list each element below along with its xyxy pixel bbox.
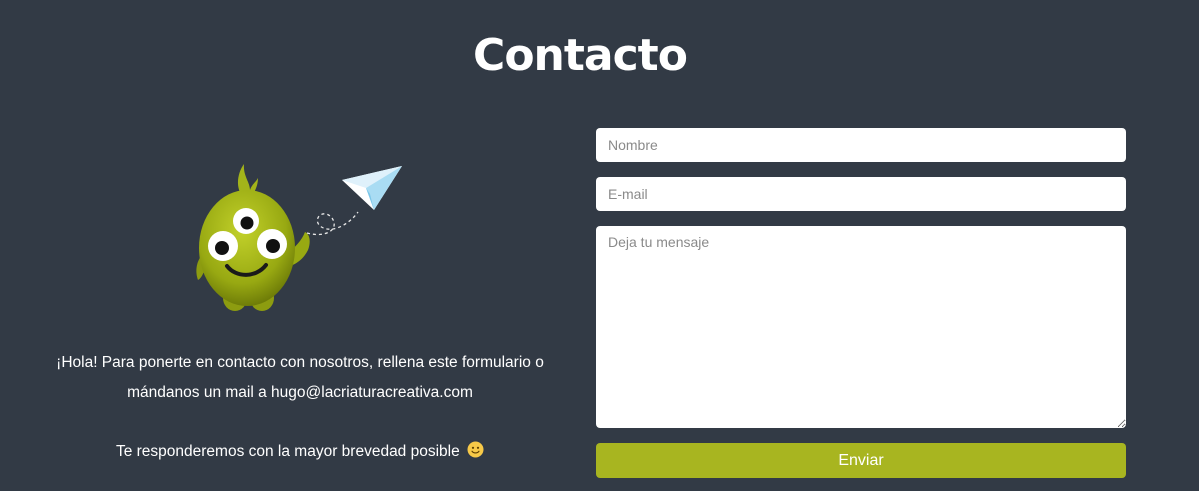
contact-form: Enviar (596, 128, 1126, 478)
reply-line: Te responderemos con la mayor brevedad p… (115, 443, 460, 460)
mascot-illustration (180, 160, 420, 320)
intro-line-1: ¡Hola! Para ponerte en contacto con noso… (56, 354, 544, 371)
message-field[interactable] (596, 226, 1126, 428)
submit-button[interactable]: Enviar (596, 443, 1126, 478)
name-field[interactable] (596, 128, 1126, 162)
smiley-emoji-icon (467, 441, 484, 466)
paper-plane-icon (342, 166, 402, 210)
intro-text: ¡Hola! Para ponerte en contacto con noso… (30, 348, 570, 408)
contact-page: Contacto ¡Hola! Para ponerte en contacto… (0, 0, 1199, 491)
page-title: Contacto (473, 30, 688, 81)
email-field[interactable] (596, 177, 1126, 211)
intro-line-2: mándanos un mail a hugo@lacriaturacreati… (127, 384, 473, 401)
reply-text: Te responderemos con la mayor brevedad p… (30, 440, 570, 466)
contact-info-column: ¡Hola! Para ponerte en contacto con noso… (0, 120, 596, 491)
